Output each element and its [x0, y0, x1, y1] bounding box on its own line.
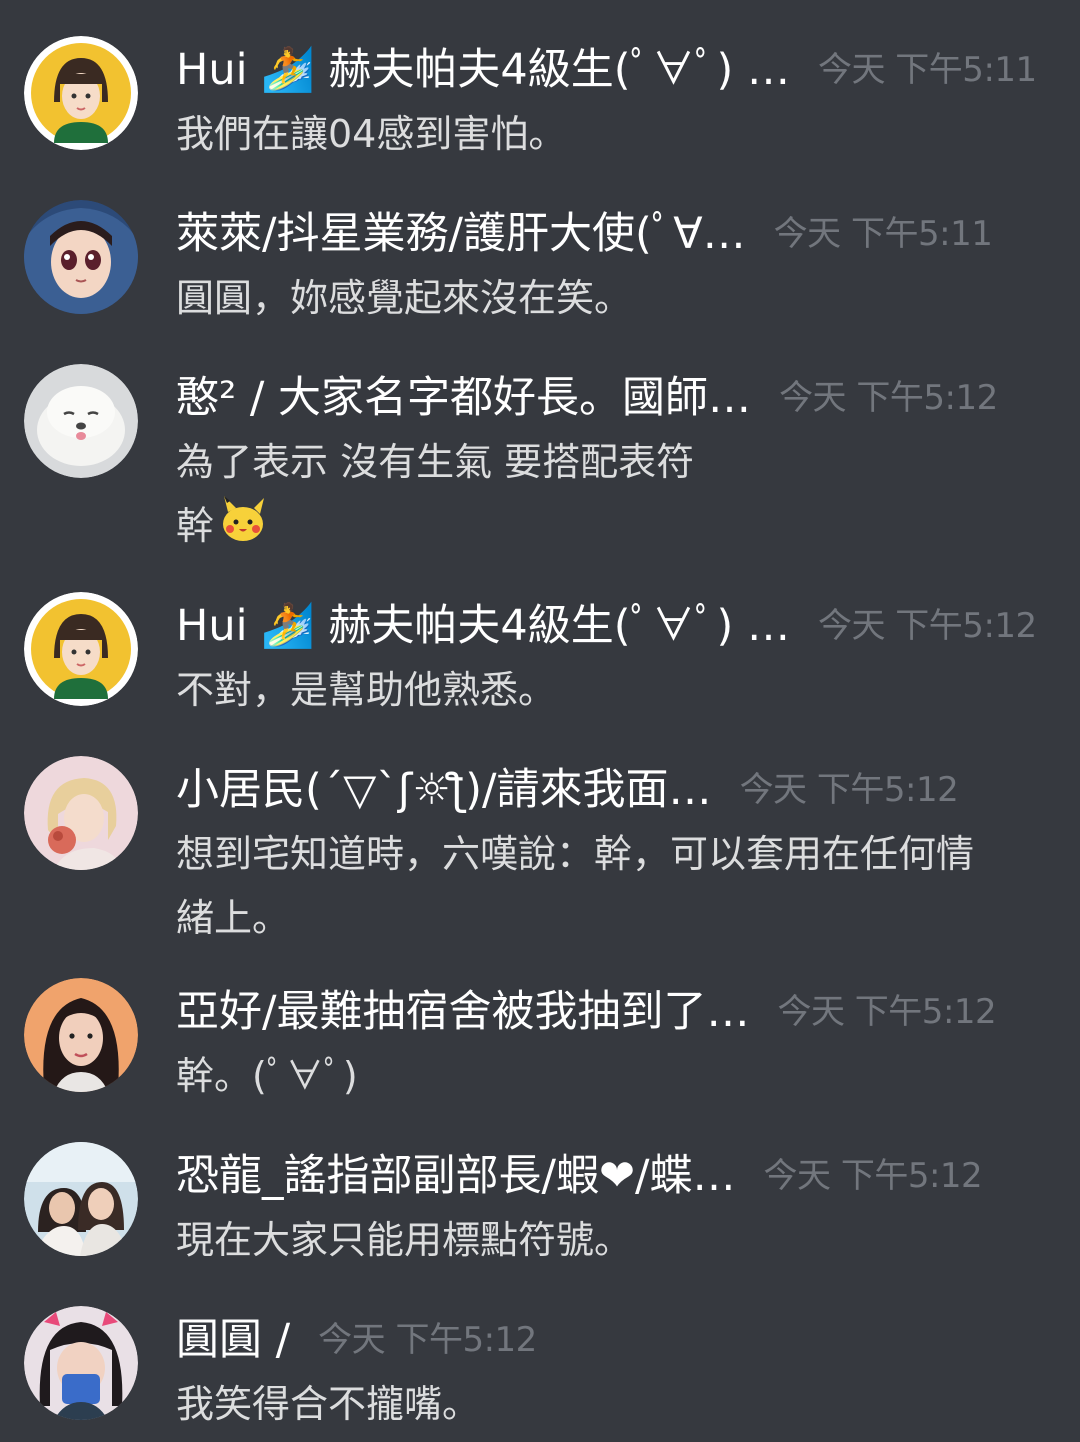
avatar[interactable] [24, 364, 138, 478]
anime-character-avatar-icon [24, 200, 138, 314]
author-name[interactable]: 憨² / 大家名字都好長。國師… [176, 368, 751, 428]
girl-photo-avatar-icon [24, 978, 138, 1092]
message-content: 我笑得合不攏嘴。 [176, 1372, 1046, 1436]
author-name[interactable]: 恐龍_謠指部副部長/蝦❤/蝶… [176, 1146, 736, 1206]
timestamp: 今天 下午5:11 [818, 50, 1037, 90]
author-name[interactable]: 圓圓 / [176, 1310, 290, 1370]
author-name[interactable]: 萊萊/抖星業務/護肝大使(ﾟ∀… [176, 204, 746, 264]
avatar[interactable] [24, 592, 138, 706]
timestamp: 今天 下午5:12 [763, 1156, 983, 1196]
avatar[interactable] [24, 978, 138, 1092]
timestamp: 今天 下午5:11 [773, 214, 993, 254]
avatar[interactable] [24, 1142, 138, 1256]
message-content: 想到宅知道時，六嘆說：幹，可以套用在任何情 緒上。 [176, 822, 1046, 950]
girl-cartoon-avatar-icon [24, 592, 138, 706]
message-text: 圓圓，妳感覺起來沒在笑。 [176, 276, 633, 320]
blonde-girl-avatar-icon [24, 756, 138, 870]
avatar[interactable] [24, 200, 138, 314]
two-girls-avatar-icon [24, 1142, 138, 1256]
girl-cartoon-avatar-icon [24, 36, 138, 150]
message-text: 緒上。 [176, 896, 291, 940]
message-text: 不對，是幫助他熟悉。 [176, 668, 557, 712]
avatar[interactable] [24, 36, 138, 150]
message-text: 我們在讓04感到害怕。 [176, 112, 567, 156]
author-name[interactable]: 亞好/最難抽宿舍被我抽到了… [176, 982, 750, 1042]
message-content: 為了表示 沒有生氣 要搭配表符 幹 [176, 430, 1046, 563]
pikachu-emoji-icon[interactable] [218, 494, 268, 563]
timestamp: 今天 下午5:12 [739, 770, 959, 810]
author-name[interactable]: 小居民(´▽`ʃ☼ƪ)/請來我面… [176, 760, 712, 820]
timestamp: 今天 下午5:12 [779, 378, 998, 418]
seal-avatar-icon [24, 364, 138, 478]
message-text: 幹。(ﾟ∀ﾟ) [176, 1054, 358, 1098]
message-content: 我們在讓04感到害怕。 [176, 102, 1046, 166]
message-text-line: 幹 [176, 494, 1046, 563]
message-text: 我笑得合不攏嘴。 [176, 1382, 481, 1426]
timestamp: 今天 下午5:12 [777, 992, 997, 1032]
message-text: 幹 [176, 504, 215, 548]
message-content: 幹。(ﾟ∀ﾟ) [176, 1044, 1046, 1108]
message-text: 現在大家只能用標點符號。 [176, 1218, 633, 1262]
avatar[interactable] [24, 1306, 138, 1420]
girl-with-phone-avatar-icon [24, 1306, 138, 1420]
author-name[interactable]: Hui 🏄 赫夫帕夫4級生(ﾟ∀ﾟ) … [176, 596, 790, 656]
author-name[interactable]: Hui 🏄 赫夫帕夫4級生(ﾟ∀ﾟ) … [176, 40, 790, 100]
message-text: 為了表示 沒有生氣 要搭配表符 [176, 440, 695, 484]
message-content: 不對，是幫助他熟悉。 [176, 658, 1046, 722]
message-content: 圓圓，妳感覺起來沒在笑。 [176, 266, 1046, 330]
timestamp: 今天 下午5:12 [818, 606, 1037, 646]
avatar[interactable] [24, 756, 138, 870]
timestamp: 今天 下午5:12 [318, 1320, 537, 1360]
message-text: 想到宅知道時，六嘆說：幹，可以套用在任何情 [176, 832, 975, 876]
message-content: 現在大家只能用標點符號。 [176, 1208, 1046, 1272]
message-list: Hui 🏄 赫夫帕夫4級生(ﾟ∀ﾟ) … 今天 下午5:11 我們在讓04感到害… [0, 0, 1080, 1442]
